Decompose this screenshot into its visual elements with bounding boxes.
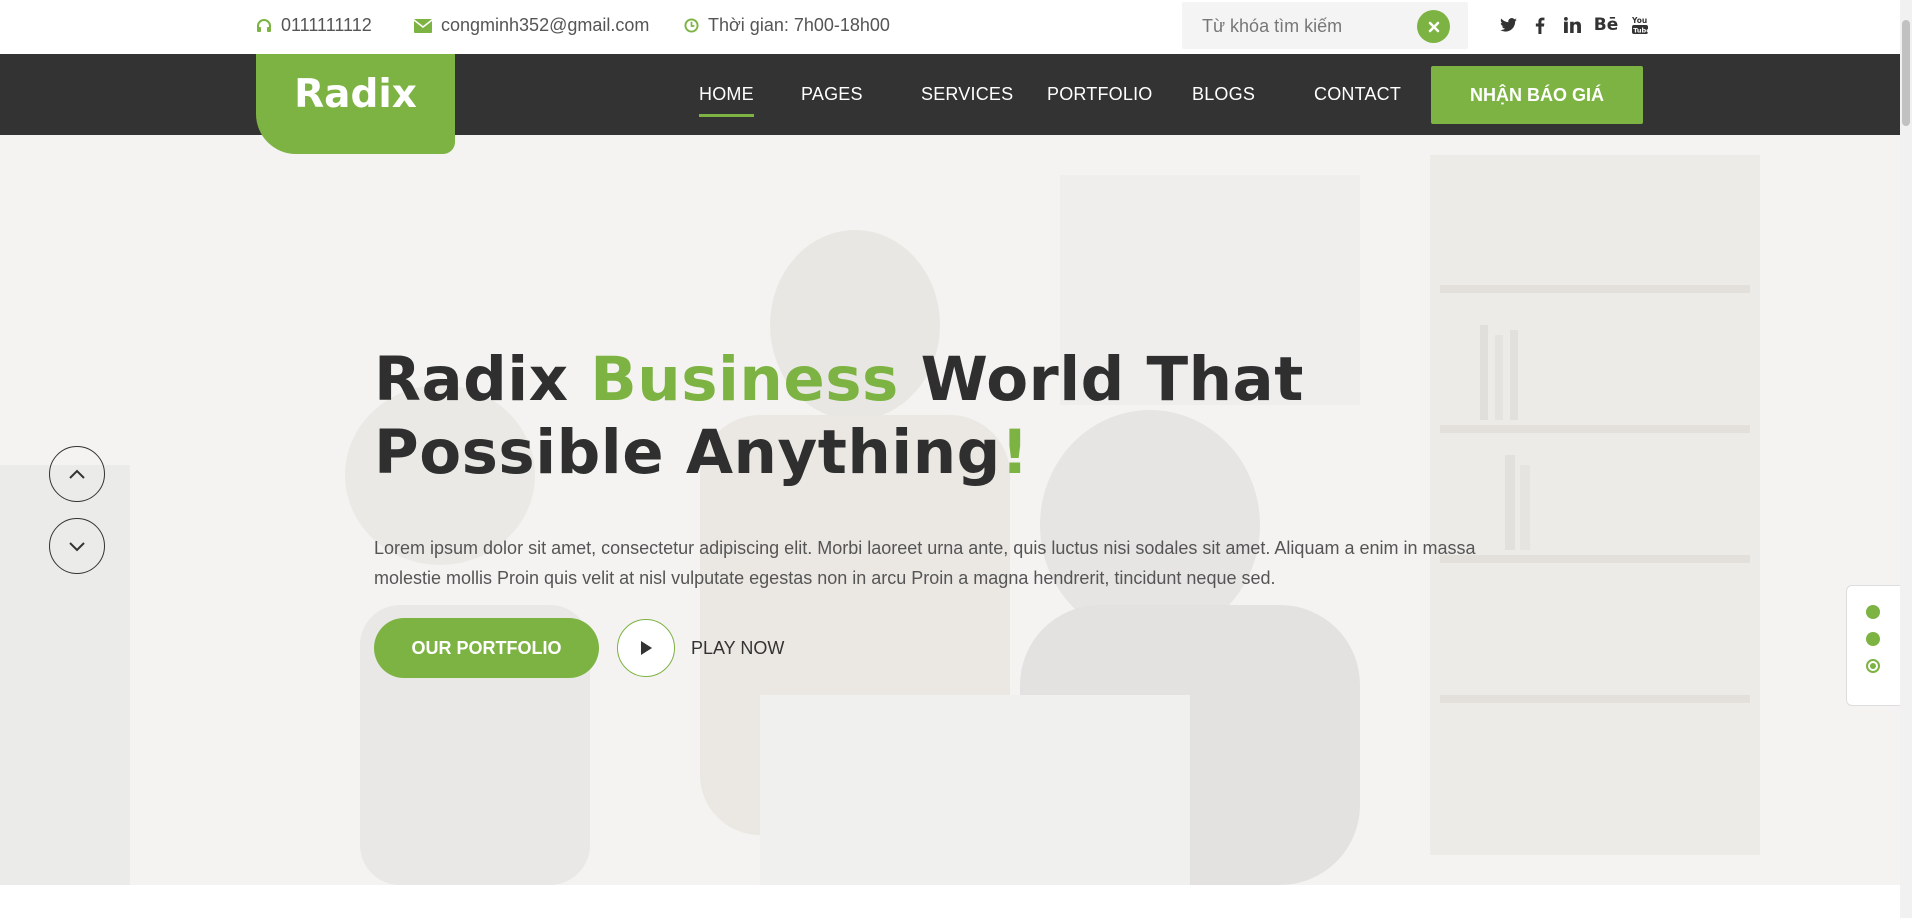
phone-contact: 0111111112 — [256, 15, 372, 36]
search-input[interactable] — [1202, 12, 1402, 40]
close-icon — [1428, 21, 1439, 32]
headphone-icon — [256, 18, 272, 34]
hero-title-exclamation: ! — [1000, 417, 1030, 488]
slide-pagination — [1846, 585, 1900, 706]
nav-item-pages[interactable]: PAGES — [801, 84, 863, 105]
play-now-label[interactable]: PLAY NOW — [691, 638, 784, 659]
slide-dot-3[interactable] — [1866, 659, 1880, 673]
clock-icon — [684, 18, 699, 33]
hero-title-accent: Business — [590, 344, 899, 415]
svg-text:Tube: Tube — [1633, 26, 1648, 34]
our-portfolio-button[interactable]: OUR PORTFOLIO — [374, 618, 599, 678]
twitter-icon[interactable] — [1498, 14, 1518, 36]
envelope-icon — [414, 18, 432, 33]
logo[interactable]: Radix — [256, 54, 455, 154]
chevron-down-icon — [69, 542, 85, 552]
page-scrollbar[interactable] — [1900, 0, 1912, 918]
slide-next-button[interactable] — [49, 518, 105, 574]
slide-dot-1[interactable] — [1866, 605, 1880, 619]
search-clear-button[interactable] — [1417, 10, 1450, 43]
linkedin-icon[interactable] — [1562, 14, 1582, 36]
nav-item-blogs[interactable]: BLOGS — [1192, 84, 1255, 105]
email-text: congminh352@gmail.com — [441, 15, 650, 35]
get-quote-button[interactable]: NHẬN BÁO GIÁ — [1431, 66, 1643, 124]
phone-text: 0111111112 — [281, 15, 372, 35]
facebook-icon[interactable] — [1530, 14, 1550, 36]
chevron-up-icon — [69, 469, 85, 479]
nav-item-portfolio[interactable]: PORTFOLIO — [1047, 84, 1153, 105]
behance-icon[interactable]: Bē — [1594, 14, 1619, 36]
play-icon — [641, 641, 652, 655]
social-links: Bē YouTube — [1498, 14, 1650, 36]
top-bar: 0111111112 congminh352@gmail.com Thời gi… — [0, 0, 1900, 54]
hours-text: Thời gian: 7h00-18h00 — [708, 15, 890, 35]
svg-text:You: You — [1632, 16, 1647, 25]
hero-content: Radix Business World That Possible Anyth… — [374, 343, 1534, 593]
play-video-button[interactable] — [617, 619, 675, 677]
hours-contact: Thời gian: 7h00-18h00 — [684, 15, 890, 36]
hero-actions: OUR PORTFOLIO PLAY NOW — [374, 618, 784, 678]
logo-text: Radix — [294, 71, 417, 117]
nav-item-services[interactable]: SERVICES — [921, 84, 1013, 105]
email-contact: congminh352@gmail.com — [414, 15, 649, 36]
scrollbar-thumb[interactable] — [1902, 20, 1910, 126]
slide-dot-2[interactable] — [1866, 632, 1880, 646]
hero-description: Lorem ipsum dolor sit amet, consectetur … — [374, 538, 1476, 588]
hero-title-part1: Radix — [374, 344, 591, 415]
hero-title: Radix Business World That Possible Anyth… — [374, 343, 1534, 489]
youtube-icon[interactable]: YouTube — [1630, 14, 1650, 36]
nav-item-home[interactable]: HOME — [699, 84, 754, 117]
nav-item-contact[interactable]: CONTACT — [1314, 84, 1401, 105]
slide-prev-button[interactable] — [49, 446, 105, 502]
